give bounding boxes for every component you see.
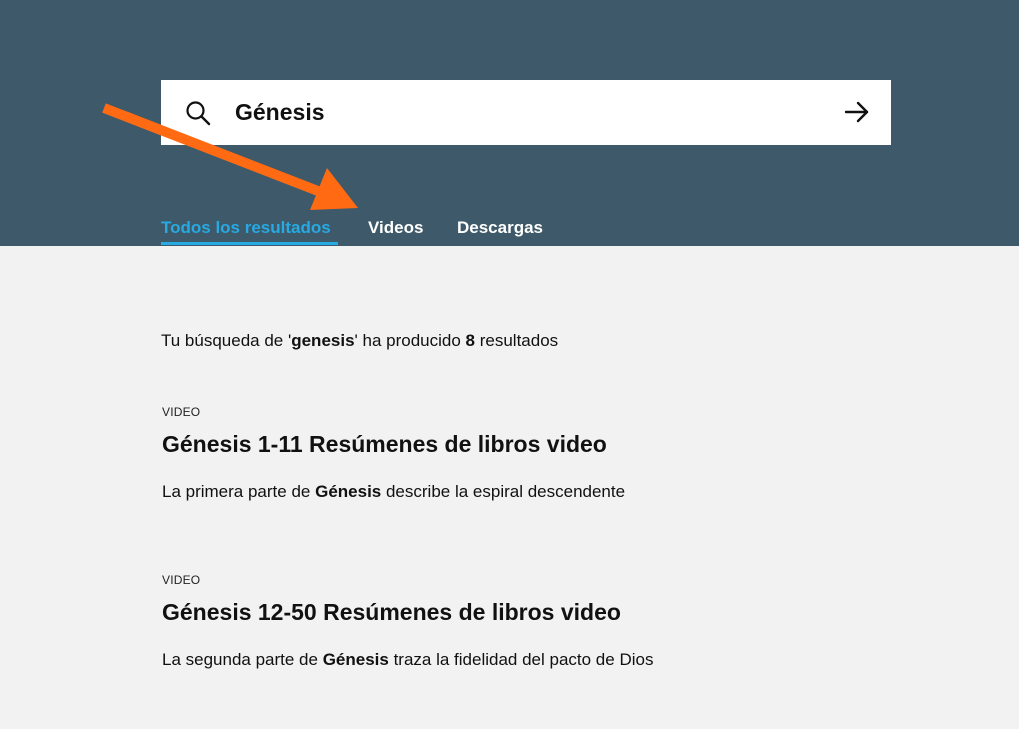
desc-highlight: Génesis bbox=[315, 482, 382, 501]
header-banner: Todos los resultados Videos Descargas bbox=[0, 0, 1019, 246]
result-type-label: VIDEO bbox=[162, 573, 201, 587]
search-box bbox=[161, 80, 891, 145]
desc-before: La primera parte de bbox=[162, 482, 316, 501]
list-item: VIDEO Génesis 1-11 Resúmenes de libros v… bbox=[162, 405, 862, 502]
desc-after: describe la espiral descendente bbox=[381, 482, 626, 501]
summary-suffix: resultados bbox=[475, 331, 559, 350]
desc-after: traza la fidelidad del pacto de Dios bbox=[388, 650, 654, 669]
summary-middle: ' ha producido bbox=[354, 331, 466, 350]
results-summary: Tu búsqueda de 'genesis' ha producido 8 … bbox=[161, 331, 558, 351]
summary-prefix: Tu búsqueda de ' bbox=[161, 331, 292, 350]
result-title-link[interactable]: Génesis 1-11 Resúmenes de libros video bbox=[162, 431, 862, 458]
result-title-link[interactable]: Génesis 12-50 Resúmenes de libros video bbox=[162, 599, 862, 626]
desc-highlight: Génesis bbox=[322, 650, 389, 669]
list-item: VIDEO Génesis 12-50 Resúmenes de libros … bbox=[162, 573, 862, 670]
search-icon bbox=[186, 101, 211, 126]
search-input[interactable] bbox=[235, 80, 795, 145]
tab-downloads[interactable]: Descargas bbox=[457, 216, 543, 240]
arrow-right-icon bbox=[844, 101, 869, 123]
tab-videos[interactable]: Videos bbox=[368, 216, 423, 240]
result-description: La segunda parte de Génesis traza la fid… bbox=[162, 650, 862, 670]
summary-query: genesis bbox=[291, 331, 355, 350]
summary-count: 8 bbox=[465, 331, 475, 350]
desc-before: La segunda parte de bbox=[162, 650, 323, 669]
search-submit-button[interactable] bbox=[841, 96, 873, 128]
result-type-label: VIDEO bbox=[162, 405, 201, 419]
tab-all-results[interactable]: Todos los resultados bbox=[161, 216, 331, 240]
active-tab-indicator bbox=[161, 242, 338, 245]
result-description: La primera parte de Génesis describe la … bbox=[162, 482, 862, 502]
